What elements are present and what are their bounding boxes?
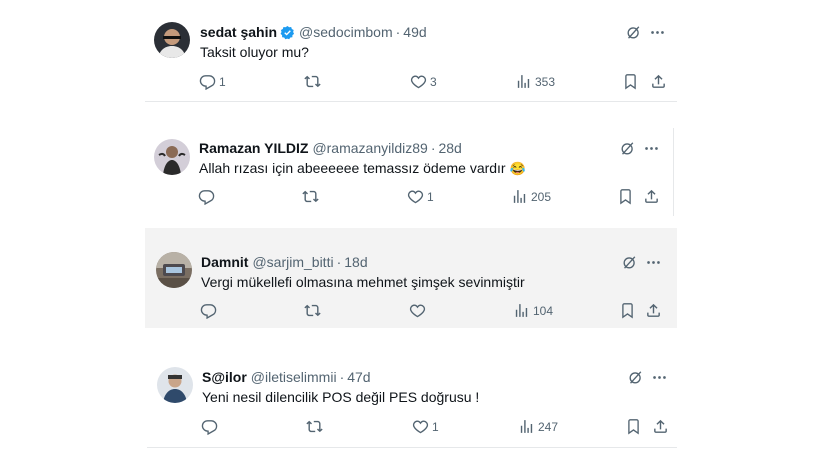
bookmark-button[interactable] <box>625 418 642 435</box>
reply-button[interactable] <box>201 418 218 435</box>
reply-icon <box>201 418 218 435</box>
tweet-4[interactable]: S@ilor @iletiselimmii · 47d Yeni nesil d… <box>0 0 820 462</box>
like-count: 1 <box>432 419 439 434</box>
bookmark-icon <box>625 418 642 435</box>
tweet-text: Yeni nesil dilencilik POS değil PES doğr… <box>202 389 480 405</box>
views-button[interactable]: 247 <box>518 418 558 435</box>
retweet-button[interactable] <box>306 418 323 435</box>
author-handle[interactable]: @iletiselimmii <box>251 369 337 385</box>
views-count: 247 <box>538 419 559 434</box>
author-name[interactable]: S@ilor <box>202 369 247 385</box>
grok-icon[interactable] <box>627 369 644 386</box>
share-icon <box>652 418 669 435</box>
avatar[interactable] <box>157 367 193 403</box>
separator: · <box>339 369 345 385</box>
timestamp[interactable]: 47d <box>347 369 370 385</box>
like-button[interactable]: 1 <box>412 418 439 435</box>
views-icon <box>518 418 535 435</box>
share-button[interactable] <box>652 418 669 435</box>
like-icon <box>412 418 429 435</box>
retweet-icon <box>306 418 323 435</box>
divider <box>147 447 677 448</box>
more-icon[interactable] <box>651 369 668 386</box>
